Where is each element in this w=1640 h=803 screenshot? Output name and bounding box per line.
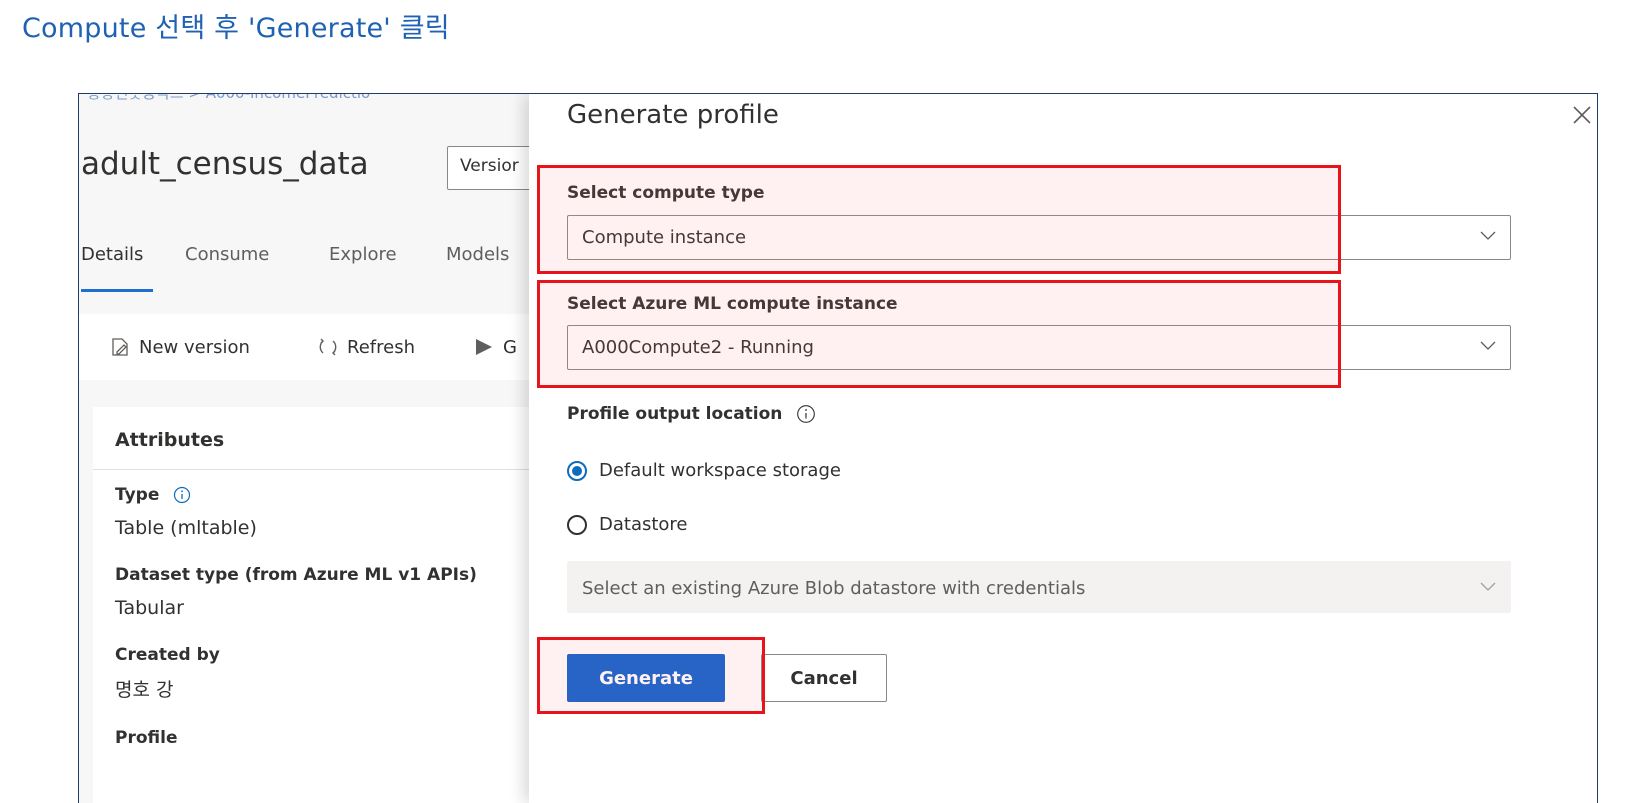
attribute-label-type: Type: [115, 485, 191, 505]
refresh-label: Refresh: [347, 336, 415, 358]
divider: [93, 469, 539, 470]
generate-button[interactable]: Generate: [567, 654, 725, 702]
radio-default-workspace-storage[interactable]: Default workspace storage: [567, 460, 841, 481]
radio-selected-icon: [567, 460, 587, 481]
breadcrumb[interactable]: ᆼᆼ딘ᆺ븡극느 > A000-IncomePredictio: [87, 94, 370, 103]
refresh-icon: [319, 338, 337, 356]
toolbar: New version Refresh G: [79, 314, 539, 380]
attribute-label-dataset-type: Dataset type (from Azure ML v1 APIs): [115, 565, 477, 585]
radio-default-label: Default workspace storage: [599, 460, 841, 481]
datastore-dropdown[interactable]: Select an existing Azure Blob datastore …: [567, 561, 1511, 613]
chevron-down-icon: [1480, 231, 1496, 240]
generate-toolbar-label: G: [503, 336, 517, 358]
tab-consume[interactable]: Consume: [185, 244, 269, 265]
type-label-text: Type: [115, 485, 160, 505]
compute-instance-value: A000Compute2 - Running: [582, 337, 814, 358]
play-icon: [476, 339, 492, 355]
radio-datastore-label: Datastore: [599, 514, 688, 535]
output-location-label: Profile output location: [567, 404, 816, 424]
tab-details[interactable]: Details: [81, 244, 143, 265]
new-version-button[interactable]: New version: [109, 336, 250, 358]
active-tab-indicator: [81, 289, 153, 292]
attribute-value-created-by: 명호 강: [115, 679, 174, 701]
attribute-value-type: Table (mltable): [115, 517, 257, 539]
dataset-details-page: ᆼᆼ딘ᆺ븡극느 > A000-IncomePredictio adult_cen…: [79, 94, 547, 803]
screenshot-frame: ᆼᆼ딘ᆺ븡극느 > A000-IncomePredictio adult_cen…: [78, 93, 1598, 803]
compute-type-label: Select compute type: [567, 183, 765, 203]
info-icon[interactable]: [173, 486, 191, 504]
attribute-label-profile: Profile: [115, 728, 178, 748]
refresh-button[interactable]: Refresh: [317, 336, 415, 358]
instruction-caption: Compute 선택 후 'Generate' 클릭: [22, 13, 450, 44]
info-icon[interactable]: [796, 404, 816, 424]
radio-unselected-icon: [567, 514, 587, 535]
chevron-down-icon: [1480, 341, 1496, 350]
chevron-down-icon: [1480, 582, 1496, 591]
cancel-button[interactable]: Cancel: [761, 654, 887, 702]
page-title: adult_census_data: [81, 146, 369, 182]
attributes-card: Attributes Type Table (mltable) Dataset …: [93, 407, 539, 803]
attributes-heading: Attributes: [115, 429, 225, 451]
compute-instance-label: Select Azure ML compute instance: [567, 294, 898, 314]
tab-models[interactable]: Models: [446, 244, 509, 265]
generate-profile-panel: Generate profile Select compute type Com…: [529, 94, 1597, 803]
panel-title: Generate profile: [567, 100, 779, 130]
new-version-label: New version: [139, 336, 250, 358]
new-version-icon: [112, 338, 128, 356]
radio-datastore[interactable]: Datastore: [567, 514, 688, 535]
compute-type-value: Compute instance: [582, 227, 747, 248]
close-icon[interactable]: [1569, 102, 1595, 128]
compute-type-dropdown[interactable]: Compute instance: [567, 215, 1511, 260]
attribute-label-created-by: Created by: [115, 645, 220, 665]
attribute-value-dataset-type: Tabular: [115, 597, 184, 619]
datastore-placeholder: Select an existing Azure Blob datastore …: [582, 578, 1086, 599]
compute-instance-dropdown[interactable]: A000Compute2 - Running: [567, 325, 1511, 370]
generate-profile-toolbar-button[interactable]: G: [473, 336, 517, 358]
tab-explore[interactable]: Explore: [329, 244, 397, 265]
output-location-label-text: Profile output location: [567, 404, 783, 424]
